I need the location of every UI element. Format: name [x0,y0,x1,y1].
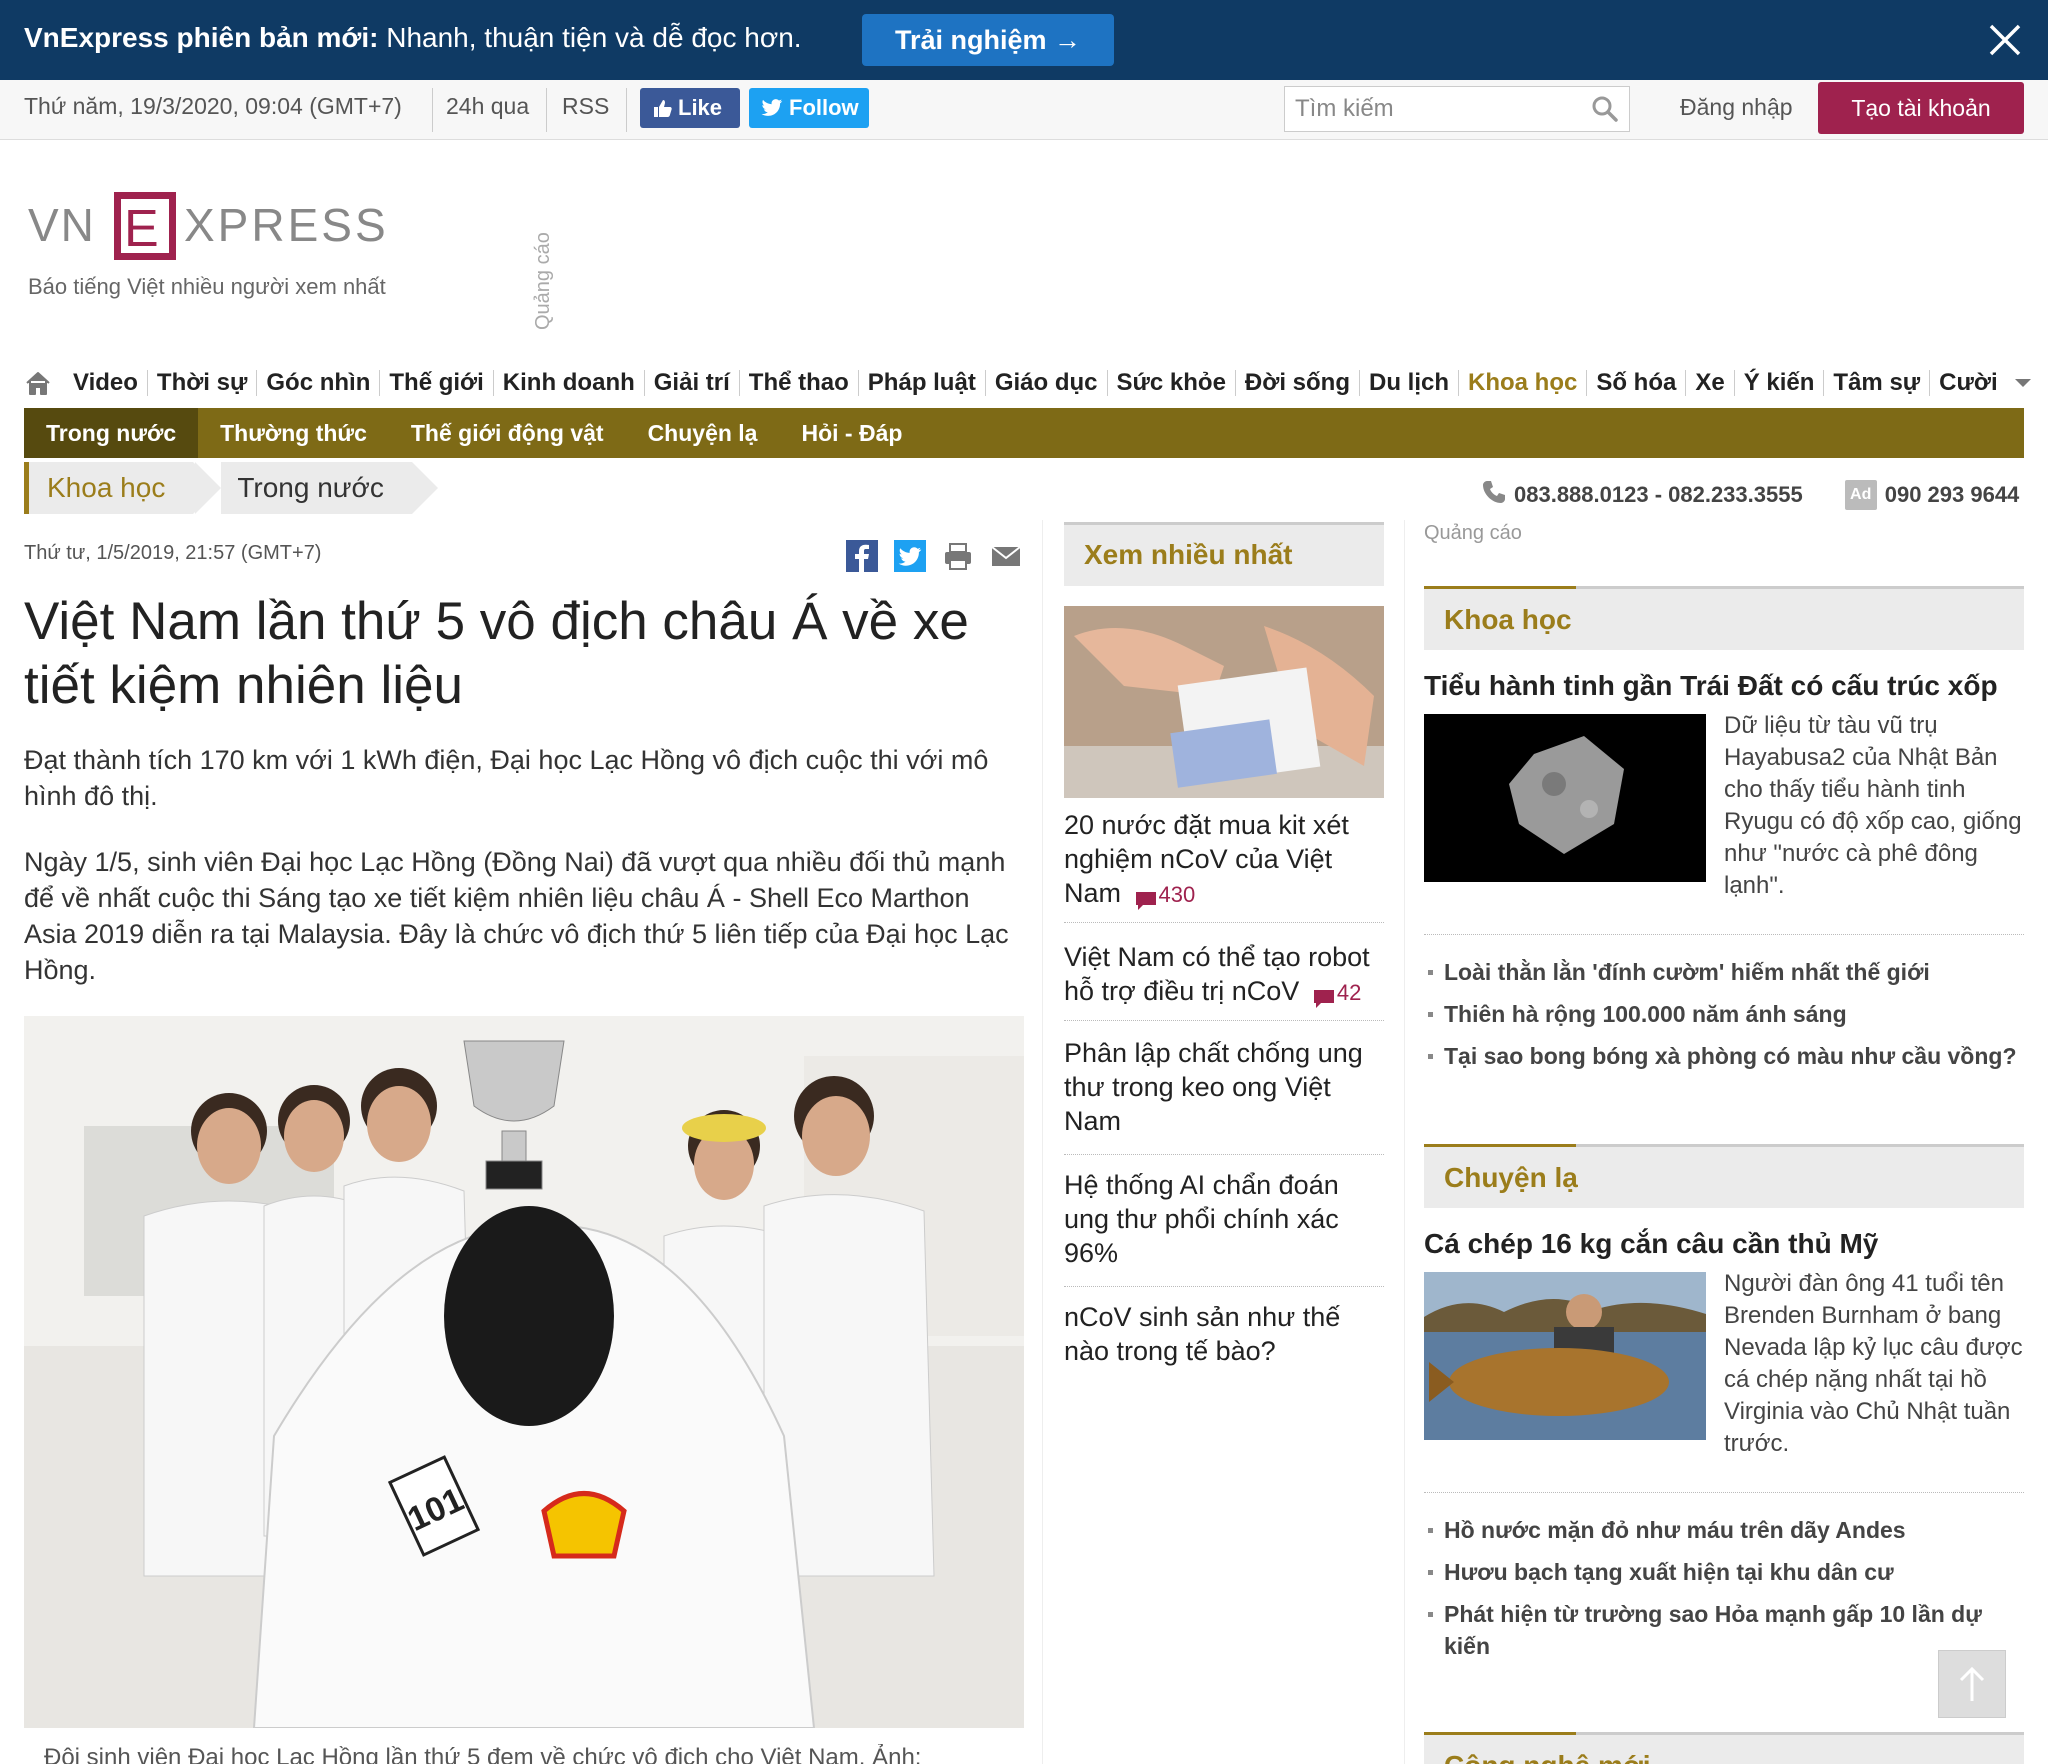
main-navigation: Video Thời sự Góc nhìn Thế giới Kinh doa… [24,364,2033,402]
try-new-version-button[interactable]: Trải nghiệm → [862,14,1114,66]
list-item[interactable]: Thiên hà rộng 100.000 năm ánh sáng [1424,998,2024,1030]
chuyen-la-link-list: Hồ nước mặn đỏ như máu trên dãy Andes Hư… [1424,1514,2024,1672]
nav-item-du-lich[interactable]: Du lịch [1360,370,1459,396]
comment-icon [1313,983,1335,1008]
subnav-item-the-gioi-dong-vat[interactable]: Thế giới động vật [389,408,626,458]
photo-caption: Đội sinh viên Đại học Lạc Hồng lần thứ 5… [44,1744,922,1764]
featured-article-desc: Dữ liệu từ tàu vũ trụ Hayabusa2 của Nhật… [1724,712,2022,899]
comment-count: 430 [1158,882,1196,907]
register-button[interactable]: Tạo tài khoản [1818,82,2024,134]
current-date: Thứ năm, 19/3/2020, 09:04 (GMT+7) [24,93,402,119]
most-viewed-thumbnail[interactable] [1064,606,1384,798]
nav-item-so-hoa[interactable]: Số hóa [1587,370,1687,396]
ad-label: Quảng cáo [1424,522,1522,544]
article-title: Việt Nam lần thứ 5 vô địch châu Á về xe … [24,592,969,715]
nav-item-the-thao[interactable]: Thể thao [740,370,859,396]
nav-item-suc-khoe[interactable]: Sức khỏe [1108,370,1236,396]
breadcrumb: Khoa học Trong nước [24,462,438,514]
link-24h[interactable]: 24h qua [446,93,529,120]
list-item[interactable]: Loài thằn lằn 'đính cườm' hiếm nhất thế … [1424,956,2024,988]
nav-item-xe[interactable]: Xe [1686,370,1735,396]
breadcrumb-subsection[interactable]: Trong nước [195,462,438,514]
shell-logo [541,1491,627,1559]
breadcrumb-section[interactable]: Khoa học [24,462,220,514]
most-viewed-item[interactable]: Hệ thống AI chẩn đoán ung thư phổi chính… [1064,1168,1384,1270]
featured-article-title[interactable]: Tiểu hành tinh gần Trái Đất có cấu trúc … [1424,670,2024,702]
khoa-hoc-link-list: Loài thằn lằn 'đính cườm' hiếm nhất thế … [1424,956,2024,1082]
ad-label-vertical: Quảng cáo [532,232,554,330]
banner-message: VnExpress phiên bản mới: Nhanh, thuận ti… [24,22,802,53]
asteroid-thumbnail[interactable] [1424,714,1706,882]
subnav-item-trong-nuoc[interactable]: Trong nước [24,408,199,458]
phone-icon [1480,478,1514,512]
subnav-item-thuong-thuc[interactable]: Thường thức [198,408,389,458]
nav-item-tam-su[interactable]: Tâm sự [1824,370,1931,396]
most-viewed-header: Xem nhiều nhất [1064,522,1384,586]
search-icon[interactable] [1591,95,1619,123]
most-viewed-item[interactable]: nCoV sinh sản như thế nào trong tế bào? [1064,1300,1384,1368]
share-tools [846,540,1022,572]
nav-item-video[interactable]: Video [64,370,148,396]
nav-item-thoi-su[interactable]: Thời sự [148,370,258,396]
logo-text-xpress: XPRESS [184,199,389,251]
featured-article-desc: Người đàn ông 41 tuổi tên Brenden Burnha… [1724,1270,2023,1457]
nav-item-khoa-hoc[interactable]: Khoa học [1459,370,1588,396]
featured-article-title[interactable]: Cá chép 16 kg cắn câu cần thủ Mỹ [1424,1228,2024,1260]
most-viewed-item[interactable]: 20 nước đặt mua kit xét nghiệm nCoV của … [1064,808,1384,912]
facebook-share-icon[interactable] [846,540,878,572]
nav-item-goc-nhin[interactable]: Góc nhìn [257,370,381,396]
subnav-item-hoi-dap[interactable]: Hỏi - Đáp [779,408,924,458]
twitter-follow-button[interactable]: Follow [749,88,869,128]
article-date: Thứ tư, 1/5/2019, 21:57 (GMT+7) [24,542,322,564]
print-icon[interactable] [942,540,974,572]
carp-fishing-thumbnail[interactable] [1424,1272,1706,1440]
back-to-top-button[interactable] [1938,1650,2006,1718]
nav-item-doi-song[interactable]: Đời sống [1236,370,1360,396]
section-header-khoa-hoc[interactable]: Khoa học [1424,586,2024,650]
most-viewed-item[interactable]: Việt Nam có thể tạo robot hỗ trợ điều tr… [1064,940,1384,1010]
section-header-cong-nghe-moi[interactable]: Công nghệ mới [1424,1732,2024,1764]
hotline-numbers[interactable]: 083.888.0123 - 082.233.3555 [1514,482,1803,508]
nav-item-the-gioi[interactable]: Thế giới [380,370,494,396]
close-icon[interactable] [1985,20,2025,60]
list-item[interactable]: Phát hiện từ trường sao Hỏa mạnh gấp 10 … [1424,1598,2024,1662]
search-input[interactable] [1285,87,1575,131]
email-icon[interactable] [990,540,1022,572]
nav-item-giai-tri[interactable]: Giải trí [645,370,740,396]
most-viewed-item[interactable]: Phân lập chất chống ung thư trong keo on… [1064,1036,1384,1138]
new-version-banner: VnExpress phiên bản mới: Nhanh, thuận ti… [0,0,2048,80]
link-rss[interactable]: RSS [562,93,609,120]
ad-hotline-number[interactable]: 090 293 9644 [1885,482,2020,508]
tagline: Báo tiếng Việt nhiều người xem nhất [28,274,386,299]
section-header-chuyen-la[interactable]: Chuyện lạ [1424,1144,2024,1208]
subnav-item-chuyen-la[interactable]: Chuyện lạ [626,408,780,458]
chevron-down-icon[interactable] [2013,376,2033,390]
list-item[interactable]: Hươu bạch tạng xuất hiện tại khu dân cư [1424,1556,2024,1588]
nav-item-giao-duc[interactable]: Giáo dục [986,370,1108,396]
facebook-like-button[interactable]: Like [640,88,740,128]
search-box [1284,86,1630,132]
nav-item-cuoi[interactable]: Cười [1930,370,2006,396]
nav-item-phap-luat[interactable]: Pháp luật [859,370,986,396]
home-icon[interactable] [24,369,52,397]
nav-item-kinh-doanh[interactable]: Kinh doanh [494,370,645,396]
article-body-paragraph: Ngày 1/5, sinh viên Đại học Lạc Hồng (Đồ… [24,847,1009,985]
thumbs-up-icon [652,88,672,128]
login-link[interactable]: Đăng nhập [1680,94,1793,121]
comment-count: 42 [1336,980,1362,1005]
vnexpress-logo[interactable]: VN E XPRESS [28,188,418,264]
list-item[interactable]: Hồ nước mặn đỏ như máu trên dãy Andes [1424,1514,2024,1546]
twitter-bird-icon [761,88,783,128]
twitter-share-icon[interactable] [894,540,926,572]
logo-text-e: E [124,200,159,258]
comment-icon [1135,885,1157,910]
nav-item-y-kien[interactable]: Ý kiến [1735,370,1825,396]
hotline: 083.888.0123 - 082.233.3555 Ad 090 293 9… [1480,478,2019,512]
article-photo[interactable]: 101 [24,1016,1024,1728]
sub-navigation: Trong nước Thường thức Thế giới động vật… [24,408,2024,458]
list-item[interactable]: Tại sao bong bóng xà phòng có màu như cầ… [1424,1040,2024,1072]
article-lead: Đạt thành tích 170 km với 1 kWh điện, Đạ… [24,745,989,811]
logo-text-vn: VN [28,199,96,251]
ad-badge: Ad [1844,480,1877,510]
